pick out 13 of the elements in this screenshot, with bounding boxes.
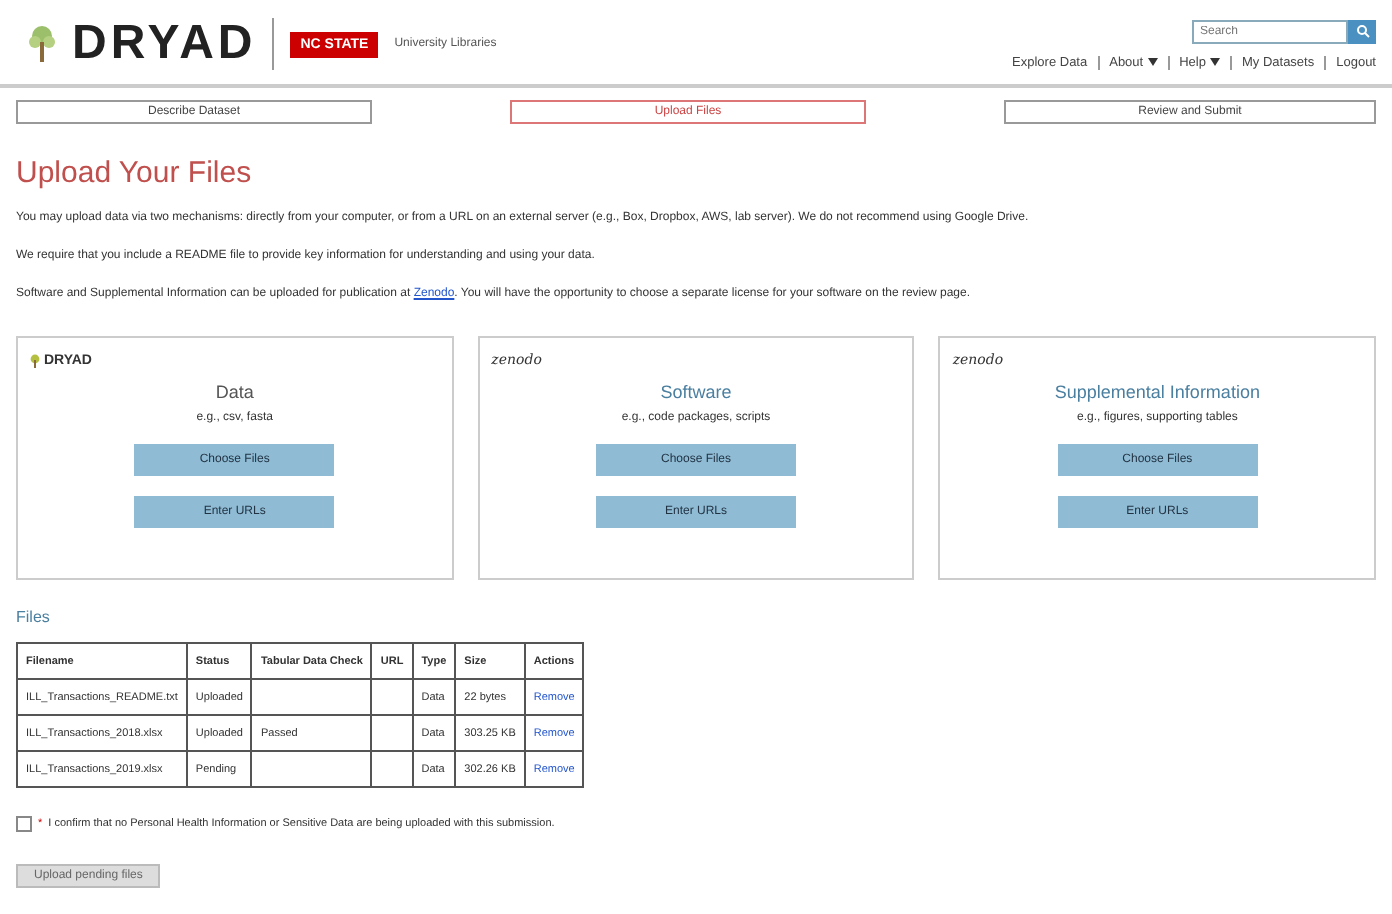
card-title: Data bbox=[215, 382, 254, 402]
card-title: Software bbox=[660, 382, 732, 402]
caret-icon bbox=[1147, 58, 1158, 66]
confirm-checkbox[interactable] bbox=[16, 816, 32, 832]
caret-icon bbox=[1209, 58, 1220, 66]
site-logo[interactable]: DRYAD bbox=[72, 16, 257, 72]
card-title: Supplemental Information bbox=[1054, 382, 1260, 402]
tree-icon bbox=[28, 24, 56, 64]
files-heading: Files bbox=[16, 608, 52, 626]
search-icon bbox=[1355, 24, 1369, 38]
search-button[interactable] bbox=[1348, 19, 1376, 43]
tree-icon bbox=[30, 353, 40, 367]
page-title: Upload Your Files bbox=[16, 156, 254, 190]
